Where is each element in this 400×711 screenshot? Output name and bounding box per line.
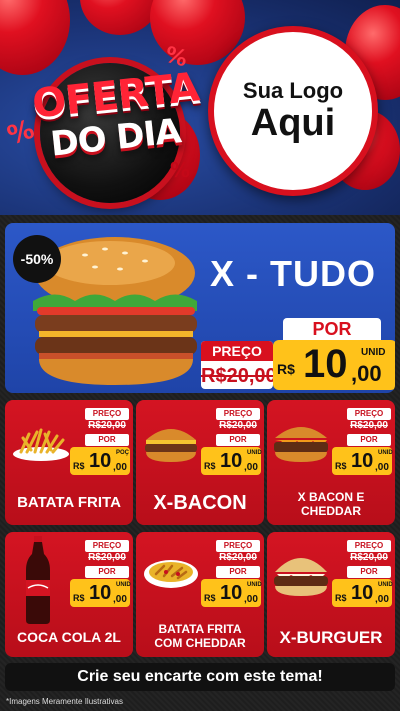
fries-icon bbox=[13, 428, 69, 461]
soda-bottle-icon bbox=[26, 536, 50, 624]
price-unit: UNID bbox=[247, 582, 262, 588]
header-banner: OFERTA DO DIA % % % Sua Logo Aqui bbox=[0, 0, 400, 215]
price-unit: UNID bbox=[247, 450, 262, 456]
currency-symbol: R$ bbox=[73, 461, 85, 471]
old-price: R$20,00 bbox=[88, 420, 126, 431]
product-name: COCA COLA 2L bbox=[17, 629, 121, 645]
currency-symbol: R$ bbox=[73, 593, 85, 603]
price-decimal: ,00 bbox=[351, 361, 382, 386]
price-unit: UNID bbox=[378, 450, 393, 456]
new-price-label: POR bbox=[347, 434, 391, 446]
logo-line1: Sua Logo bbox=[242, 78, 344, 104]
price-integer: 10 bbox=[351, 582, 374, 604]
currency-symbol: R$ bbox=[204, 593, 216, 603]
new-price-label: POR bbox=[85, 566, 129, 578]
featured-title: X - TUDO bbox=[210, 253, 376, 294]
price-unit: POÇ bbox=[116, 450, 130, 456]
oferta-do-dia-badge: OFERTA DO DIA bbox=[18, 55, 213, 205]
price-unit: UNID bbox=[378, 582, 393, 588]
old-price-label: PREÇO bbox=[347, 540, 391, 552]
new-price-label: POR bbox=[283, 318, 381, 340]
currency-symbol: R$ bbox=[335, 593, 347, 603]
old-price-label: PREÇO bbox=[216, 408, 260, 420]
product-card-batata-frita[interactable]: PREÇO R$20,00 POR R$ 10 ,00 POÇ BATATA F… bbox=[5, 400, 133, 525]
product-card-x-burguer[interactable]: PREÇO R$20,00 POR R$ 10 ,00 UNID X-BURGU… bbox=[267, 532, 395, 657]
old-price-label: PREÇO bbox=[216, 540, 260, 552]
product-card-x-bacon-cheddar[interactable]: PREÇO R$20,00 POR R$ 10 ,00 UNID X BACON… bbox=[267, 400, 395, 525]
currency-symbol: R$ bbox=[204, 461, 216, 471]
old-price: R$20,00 bbox=[219, 420, 257, 431]
old-price-label: PREÇO bbox=[347, 408, 391, 420]
fries-cheddar-icon bbox=[144, 560, 198, 588]
price-integer: 10 bbox=[89, 450, 112, 472]
price-integer: 10 bbox=[303, 342, 348, 386]
new-price-label: POR bbox=[85, 434, 129, 446]
price-unit: UNID bbox=[116, 582, 131, 588]
product-name: X BACON E CHEDDAR bbox=[297, 490, 365, 518]
cta-banner[interactable]: Crie seu encarte com este tema! bbox=[5, 663, 395, 691]
old-price: R$20,00 bbox=[88, 552, 126, 563]
new-price-label: POR bbox=[347, 566, 391, 578]
logo-placeholder[interactable]: Sua Logo Aqui bbox=[208, 26, 378, 196]
old-price-label: PREÇO bbox=[85, 408, 129, 420]
burger-icon bbox=[274, 427, 328, 462]
product-card-x-bacon[interactable]: PREÇO R$20,00 POR R$ 10 ,00 UNID X-BACON bbox=[136, 400, 264, 525]
product-card-coca-cola[interactable]: PREÇO R$20,00 POR R$ 10 ,00 UNID COCA CO… bbox=[5, 532, 133, 657]
currency-symbol: R$ bbox=[335, 461, 347, 471]
discount-badge: -50% bbox=[13, 235, 61, 283]
new-price-label: POR bbox=[216, 434, 260, 446]
balloon-decoration bbox=[80, 0, 160, 35]
product-card-batata-cheddar[interactable]: PREÇO R$20,00 POR R$ 10 ,00 UNID BATATA … bbox=[136, 532, 264, 657]
burger-icon bbox=[145, 429, 197, 462]
new-price-label: POR bbox=[216, 566, 260, 578]
percent-icon: % bbox=[170, 158, 191, 182]
product-name: BATATA FRITA bbox=[17, 494, 121, 511]
price-decimal: ,00 bbox=[375, 462, 389, 473]
old-price: R$20,00 bbox=[350, 420, 388, 431]
price-decimal: ,00 bbox=[244, 594, 258, 605]
logo-line2: Aqui bbox=[250, 102, 336, 145]
old-price-label: PREÇO bbox=[201, 341, 273, 361]
price-decimal: ,00 bbox=[113, 462, 127, 473]
price-integer: 10 bbox=[89, 582, 112, 604]
price-integer: 10 bbox=[220, 450, 243, 472]
main-content: -50% X - TUDO PREÇO R$20,00 POR R$ 10 ,0… bbox=[0, 215, 400, 711]
burger-icon bbox=[274, 558, 328, 596]
old-price-label: PREÇO bbox=[85, 540, 129, 552]
currency-symbol: R$ bbox=[277, 361, 295, 377]
price-integer: 10 bbox=[351, 450, 374, 472]
old-price: R$20,00 bbox=[201, 365, 277, 387]
price-decimal: ,00 bbox=[113, 594, 127, 605]
product-name: BATATA FRITA COM CHEDDAR bbox=[154, 622, 246, 650]
product-name: X-BACON bbox=[153, 492, 247, 514]
price-integer: 10 bbox=[220, 582, 243, 604]
old-price: R$20,00 bbox=[219, 552, 257, 563]
old-price: R$20,00 bbox=[350, 552, 388, 563]
featured-product-card[interactable]: -50% X - TUDO PREÇO R$20,00 POR R$ 10 ,0… bbox=[5, 223, 395, 393]
price-decimal: ,00 bbox=[244, 462, 258, 473]
price-unit: UNID bbox=[361, 347, 386, 358]
price-decimal: ,00 bbox=[375, 594, 389, 605]
product-name: X-BURGUER bbox=[279, 628, 383, 647]
footnote: *Imagens Meramente Ilustrativas bbox=[6, 697, 123, 706]
